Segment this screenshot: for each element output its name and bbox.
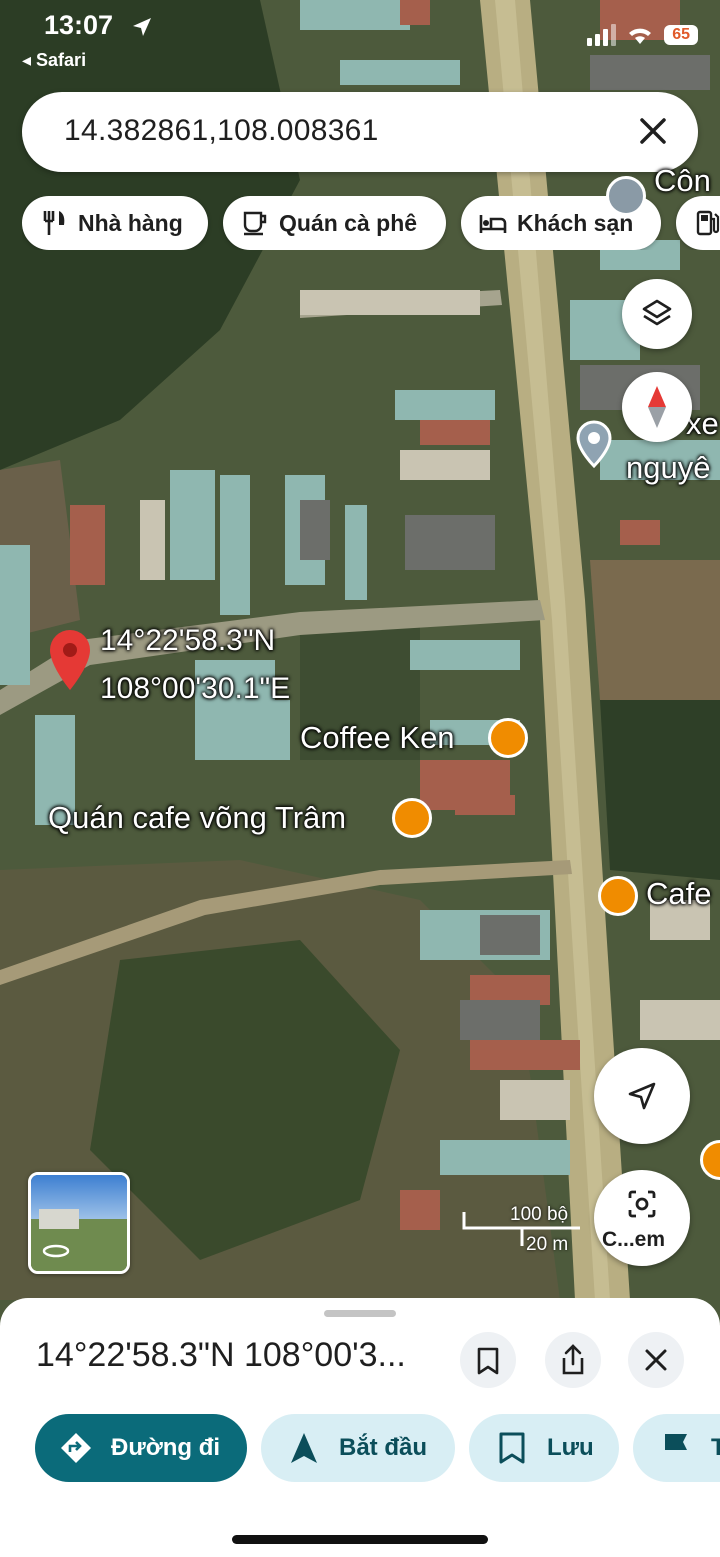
search-bar[interactable]: 14.382861,108.008361: [22, 92, 698, 172]
navigation-arrow-icon: [291, 1433, 317, 1463]
start-button[interactable]: Bắt đầu: [261, 1414, 455, 1482]
restaurant-icon: [43, 211, 65, 235]
status-time: 13:07: [44, 10, 114, 40]
chip-gas[interactable]: [676, 196, 720, 250]
camera-lens-icon: [628, 1190, 656, 1218]
directions-button[interactable]: Đường đi: [35, 1414, 247, 1482]
share-button[interactable]: [545, 1332, 601, 1388]
save-button[interactable]: [460, 1332, 516, 1388]
layers-icon: [642, 299, 672, 326]
cafe-marker-icon[interactable]: [488, 718, 528, 758]
battery-level: 65: [664, 25, 698, 45]
save-place-button[interactable]: Lưu: [469, 1414, 619, 1482]
pin-longitude: 108°00'30.1"E: [100, 672, 291, 705]
scale-ft: 100 bộ: [510, 1204, 569, 1225]
back-to-safari[interactable]: ◂ Safari: [22, 50, 86, 71]
home-indicator[interactable]: [232, 1535, 488, 1544]
navigation-arrow-icon: [628, 1082, 656, 1110]
lens-button[interactable]: C...em: [594, 1170, 690, 1266]
flag-label: T: [711, 1434, 720, 1461]
save-label: Lưu: [547, 1434, 594, 1461]
hotel-icon: [479, 215, 507, 233]
search-query[interactable]: 14.382861,108.008361: [64, 114, 379, 148]
pin-latitude: 14°22'58.3"N: [100, 624, 276, 657]
map-label[interactable]: Côn: [654, 163, 711, 199]
place-pin-icon[interactable]: [574, 420, 614, 470]
compass-button[interactable]: [622, 372, 692, 442]
my-location-button[interactable]: [594, 1048, 690, 1144]
chip-label: Quán cà phê: [279, 209, 418, 236]
status-bar: 13:07 ◂ Safari 65: [0, 0, 720, 80]
gas-station-icon: [696, 210, 720, 236]
scale-m: 20 m: [526, 1234, 569, 1255]
coffee-icon: [243, 211, 267, 236]
chip-coffee[interactable]: Quán cà phê: [223, 196, 446, 250]
close-icon[interactable]: [632, 110, 674, 152]
dropped-pin-icon[interactable]: [46, 628, 94, 694]
signal-icon: [587, 24, 617, 46]
place-marker[interactable]: [606, 176, 646, 216]
share-icon: [562, 1344, 584, 1375]
rotate-360-icon: [42, 1244, 70, 1258]
start-label: Bắt đầu: [339, 1434, 428, 1461]
cafe-marker-icon[interactable]: [598, 876, 638, 916]
poi-label-quan-cafe[interactable]: Quán cafe võng Trâm: [48, 800, 346, 836]
flag-icon: [665, 1434, 687, 1463]
close-sheet-button[interactable]: [628, 1332, 684, 1388]
wifi-icon: [629, 28, 652, 44]
location-arrow-icon: [133, 18, 151, 36]
directions-icon: [61, 1433, 91, 1463]
place-sheet[interactable]: 14°22'58.3"N 108°00'3... Đường đi Bắt đầ…: [0, 1298, 720, 1557]
sheet-drag-handle[interactable]: [324, 1310, 396, 1317]
street-view-thumbnail[interactable]: [28, 1172, 130, 1274]
lens-label: C...em: [602, 1228, 666, 1251]
chip-restaurants[interactable]: Nhà hàng: [22, 196, 208, 250]
bookmark-icon: [477, 1347, 499, 1375]
cafe-marker-icon[interactable]: [392, 798, 432, 838]
chip-label: Nhà hàng: [78, 209, 183, 236]
map-label[interactable]: nguyê: [626, 450, 710, 486]
compass-icon: [648, 386, 666, 428]
flag-button[interactable]: T: [633, 1414, 720, 1482]
poi-label-coffee-ken[interactable]: Coffee Ken: [300, 720, 455, 756]
directions-label: Đường đi: [111, 1434, 221, 1461]
place-title: 14°22'58.3"N 108°00'3...: [36, 1336, 406, 1374]
poi-label-cafe[interactable]: Cafe: [646, 876, 711, 912]
bookmark-icon: [499, 1432, 525, 1464]
status-icons: 65: [586, 24, 698, 46]
close-icon: [645, 1349, 667, 1371]
layers-button[interactable]: [622, 279, 692, 349]
scale-bar: 100 bộ 20 m: [462, 1204, 582, 1256]
